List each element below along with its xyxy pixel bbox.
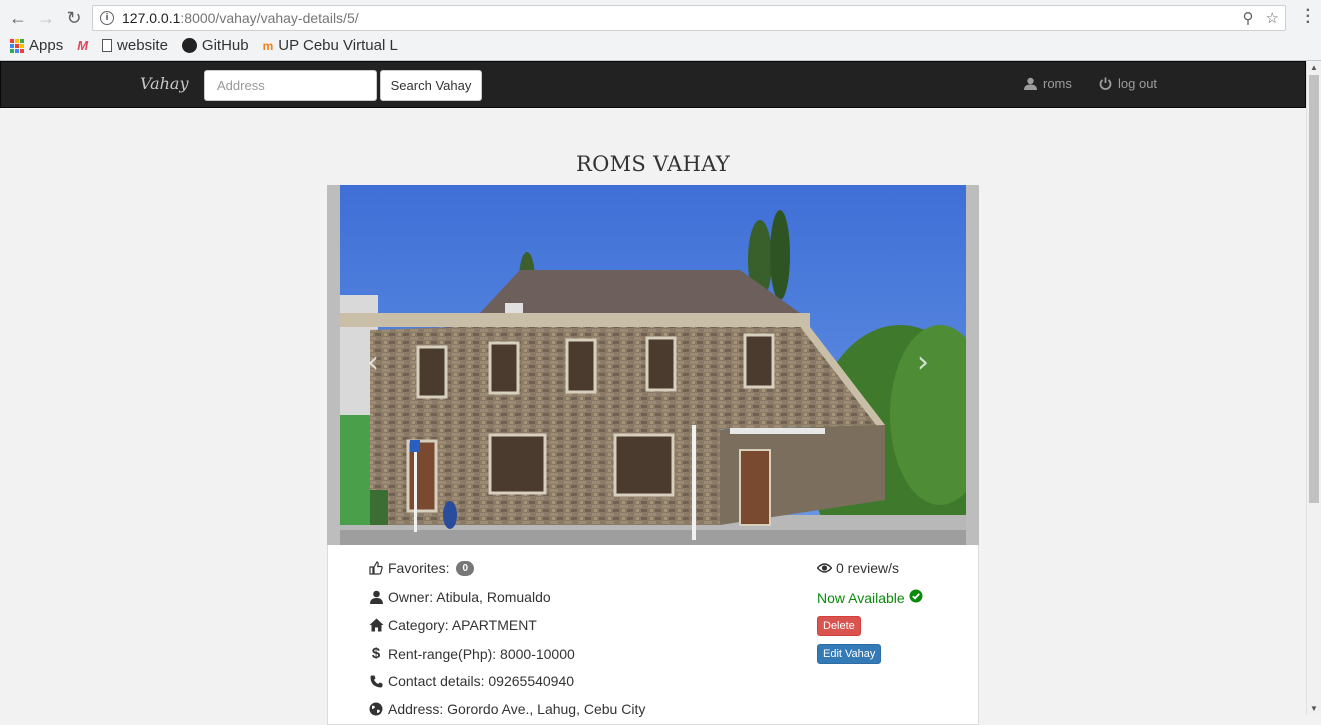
dollar-icon: $ xyxy=(371,645,381,662)
bookmark-up-cebu[interactable]: m UP Cebu Virtual L xyxy=(263,37,398,54)
reload-icon[interactable]: ↻ xyxy=(62,6,86,30)
bookmark-apps[interactable]: Apps xyxy=(10,37,63,54)
carousel-next-icon[interactable]: › xyxy=(917,345,929,380)
bookmark-label: GitHub xyxy=(201,37,249,54)
scroll-down-icon[interactable]: ▼ xyxy=(1310,704,1318,713)
favorites-row: Favorites: 0 xyxy=(368,560,475,576)
user-icon xyxy=(368,590,384,604)
availability-row: Now Available xyxy=(817,589,923,606)
moodle-icon: m xyxy=(262,38,274,53)
rent-text: Rent-range(Php): 8000-10000 xyxy=(388,645,575,662)
zoom-icon[interactable]: ⚲ xyxy=(1243,9,1254,27)
apps-grid-icon xyxy=(10,38,24,53)
page-scrollbar[interactable]: ▲ ▼ xyxy=(1306,61,1321,715)
contact-text: Contact details: 09265540940 xyxy=(388,673,575,689)
bookmark-github[interactable]: GitHub xyxy=(181,37,249,54)
back-arrow-icon[interactable]: ← xyxy=(6,6,30,30)
details-panel: Favorites: 0 Owner: Atibula, Romualdo Ca… xyxy=(327,545,979,725)
user-link[interactable]: roms xyxy=(1024,76,1072,91)
logout-label: log out xyxy=(1118,76,1158,91)
forward-arrow-icon[interactable]: → xyxy=(34,6,58,30)
m-logo-icon: M xyxy=(77,38,89,53)
page-icon xyxy=(102,39,113,52)
globe-icon xyxy=(368,702,384,716)
bookmark-label: Apps xyxy=(29,37,64,54)
reviews-row: 0 review/s xyxy=(816,560,899,576)
bookmarks-bar: Apps M website GitHub m UP Cebu Virtual … xyxy=(10,37,398,54)
scrollbar-thumb[interactable] xyxy=(1309,75,1319,503)
address-bar[interactable]: i 127.0.0.1:8000/vahay/vahay-details/5/ … xyxy=(92,5,1286,31)
photo-carousel[interactable]: ‹ › xyxy=(327,185,979,545)
delete-button[interactable]: Delete xyxy=(817,616,861,636)
bookmark-m[interactable]: M xyxy=(77,38,88,53)
browser-chrome: ← → ↻ i 127.0.0.1:8000/vahay/vahay-detai… xyxy=(0,0,1321,61)
browser-menu-icon[interactable]: · · · xyxy=(1306,3,1311,31)
eye-icon xyxy=(816,562,832,574)
bookmark-label: UP Cebu Virtual L xyxy=(278,37,398,54)
url-path: :8000/vahay/vahay-details/5/ xyxy=(180,10,359,26)
category-row: Category: APARTMENT xyxy=(368,617,537,633)
phone-icon xyxy=(368,675,384,688)
user-label: roms xyxy=(1043,76,1072,91)
category-text: Category: APARTMENT xyxy=(388,617,537,633)
home-icon xyxy=(368,618,384,632)
user-icon xyxy=(1024,77,1037,90)
listing-photo xyxy=(340,185,966,545)
address-search-input[interactable] xyxy=(204,70,377,101)
thumbs-up-icon[interactable] xyxy=(368,561,384,575)
favorites-label: Favorites: xyxy=(388,560,450,576)
github-icon xyxy=(181,38,197,53)
bookmark-label: website xyxy=(117,37,168,54)
scroll-up-icon[interactable]: ▲ xyxy=(1310,63,1318,72)
owner-row: Owner: Atibula, Romualdo xyxy=(368,589,551,605)
rent-row: $ Rent-range(Php): 8000-10000 xyxy=(368,645,575,662)
page-title: ROMS VAHAY xyxy=(576,152,730,176)
carousel-prev-icon[interactable]: ‹ xyxy=(367,345,379,380)
reviews-text[interactable]: 0 review/s xyxy=(836,560,899,576)
power-icon xyxy=(1099,77,1112,90)
availability-text: Now Available xyxy=(817,589,905,606)
search-vahay-button[interactable]: Search Vahay xyxy=(380,70,482,101)
owner-text: Owner: Atibula, Romualdo xyxy=(388,589,551,605)
bookmark-website[interactable]: website xyxy=(102,37,168,54)
bookmark-star-icon[interactable]: ☆ xyxy=(1266,9,1279,27)
contact-row: Contact details: 09265540940 xyxy=(368,673,574,689)
site-navbar: Vahay Search Vahay roms log out xyxy=(0,61,1306,108)
favorites-count-badge: 0 xyxy=(456,560,475,576)
edit-vahay-button[interactable]: Edit Vahay xyxy=(817,644,882,664)
logout-link[interactable]: log out xyxy=(1099,76,1157,91)
url-host: 127.0.0.1 xyxy=(122,10,181,26)
check-circle-icon xyxy=(909,589,923,606)
site-info-icon[interactable]: i xyxy=(100,11,114,25)
brand-logo[interactable]: Vahay xyxy=(140,74,189,93)
